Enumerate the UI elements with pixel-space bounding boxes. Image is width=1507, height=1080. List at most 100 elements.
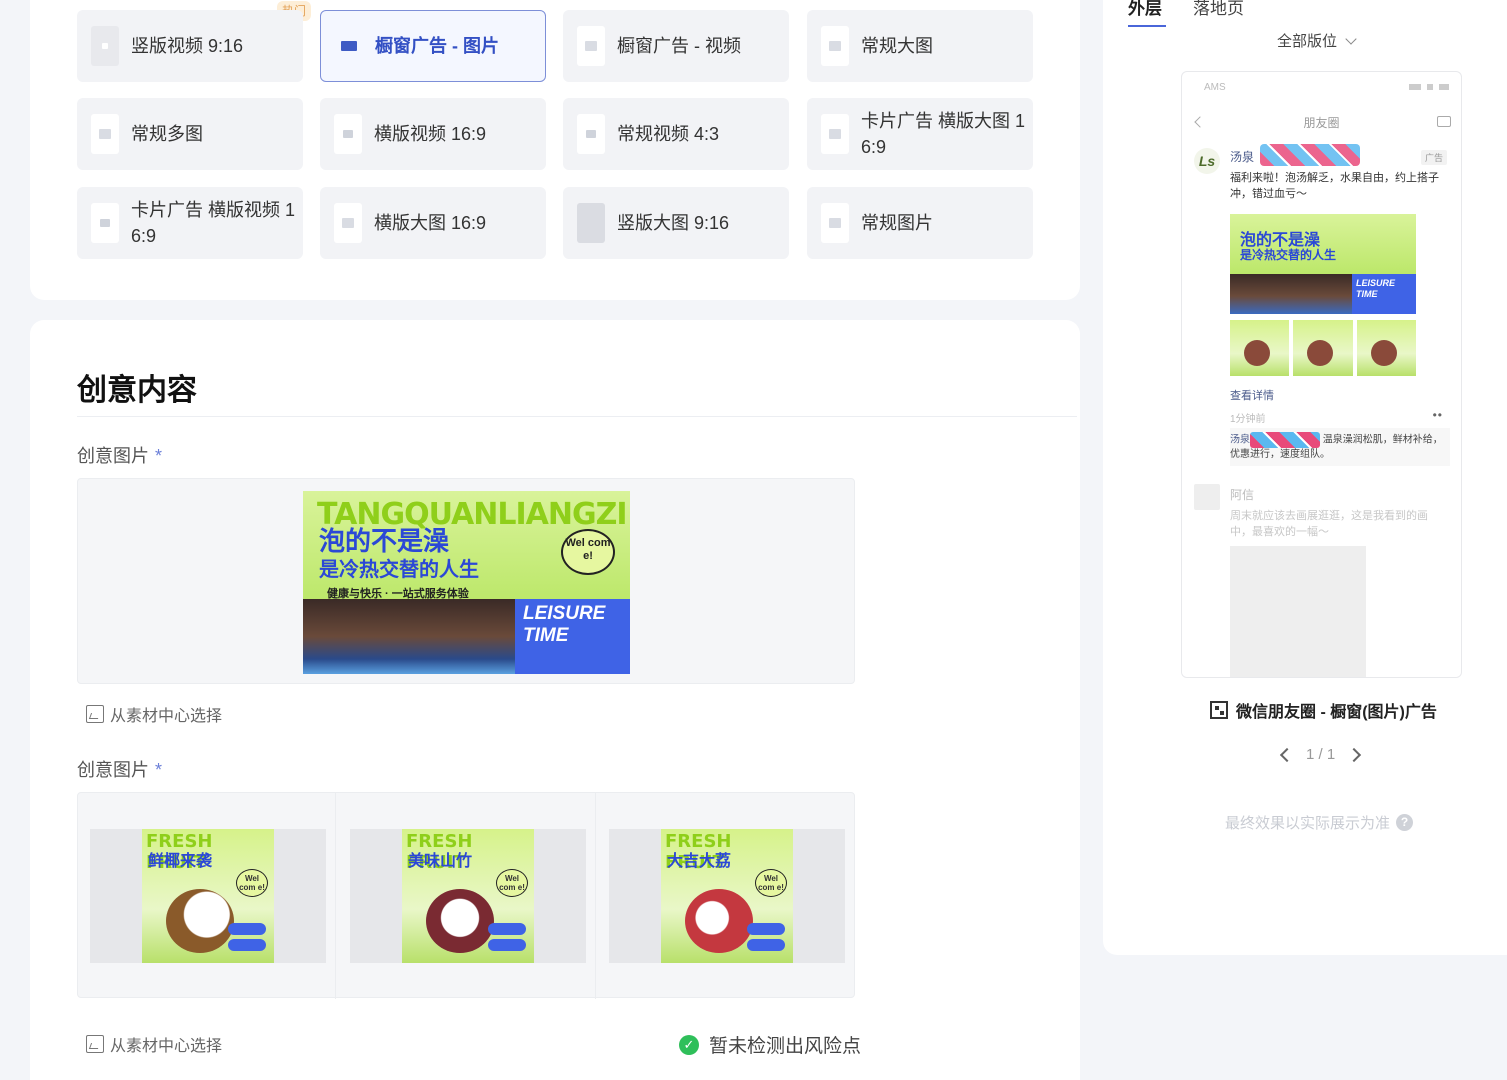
mini-fruit-1 — [1230, 320, 1290, 376]
mini-leisure: LEISURE TIME — [1352, 274, 1416, 314]
creative-image-upload-1[interactable]: TANGQUANLIANGZI 泡的不是澡 是冷热交替的人生 健康与快乐 · 一… — [77, 478, 855, 684]
horizontal-image-icon — [334, 203, 362, 243]
format-tile-regular-video[interactable]: 常规视频 4:3 — [563, 98, 789, 170]
fruit-image-slot-1[interactable]: FRESH FRUIT 鲜椰来袭 Wel com e! — [78, 793, 336, 999]
format-tile-label: 卡片广告 横版视频 1 6:9 — [131, 200, 296, 246]
format-tile-card-video[interactable]: 卡片广告 横版视频 1 6:9 — [77, 187, 303, 259]
format-tile-multi-image[interactable]: 常规多图 — [77, 98, 303, 170]
required-mark: * — [155, 446, 163, 466]
horizontal-video-icon — [334, 114, 362, 154]
format-tile-vertical-video[interactable]: 竖版视频 9:16 — [77, 10, 303, 82]
format-tile-label: 横版大图 16:9 — [374, 213, 487, 233]
fruit-title: 美味山竹 — [408, 853, 473, 870]
format-tile-label: 橱窗广告 - 视频 — [617, 36, 741, 56]
banner-creative-image[interactable]: TANGQUANLIANGZI 泡的不是澡 是冷热交替的人生 健康与快乐 · 一… — [303, 491, 630, 674]
coconut-illustration — [166, 889, 234, 953]
post-time: 1分钟前 — [1230, 414, 1266, 425]
format-tile-vertical-large-image[interactable]: 竖版大图 9:16 — [563, 187, 789, 259]
faded-next-post: 阿信 周末就应该去画展逛逛，这是我看到的画中，最喜欢的一幅～ — [1182, 472, 1461, 677]
preview-caption-text: 微信朋友圈 - 橱窗(图片)广告 — [1236, 704, 1437, 721]
format-tile-window-image[interactable]: 橱窗广告 - 图片 — [320, 10, 546, 82]
fruit-creative-coconut: FRESH FRUIT 鲜椰来袭 Wel com e! — [142, 829, 274, 963]
moments-nav-bar: 朋友圈 — [1182, 110, 1461, 138]
regular-video-icon — [577, 114, 605, 154]
active-tab-indicator — [1128, 25, 1166, 27]
format-tile-label: 常规多图 — [131, 124, 203, 144]
format-tile-label: 橱窗广告 - 图片 — [375, 36, 499, 56]
vertical-video-icon — [91, 26, 119, 66]
mini-fruit-2 — [1293, 320, 1353, 376]
format-tile-regular-image[interactable]: 常规图片 — [807, 187, 1033, 259]
creative-image-upload-2: FRESH FRUIT 鲜椰来袭 Wel com e! FRESH FRUIT … — [77, 792, 855, 999]
format-tile-card-large-image[interactable]: 卡片广告 横版大图 1 6:9 — [807, 98, 1033, 170]
format-tile-label: 常规大图 — [861, 36, 933, 56]
fruit-creative-lychee: FRESH FRUIT 大吉大荔 Wel com e! — [661, 829, 793, 963]
material-link-text: 从素材中心选择 — [110, 1038, 223, 1055]
window-video-icon — [577, 26, 605, 66]
welcome-badge: Wel com e! — [496, 869, 528, 897]
fruit-tag — [747, 923, 785, 935]
choose-from-material-center-1[interactable]: 从素材中心选择 — [86, 702, 222, 726]
format-tile-label: 竖版视频 9:16 — [131, 36, 244, 56]
creative-image-label-2: 创意图片 * — [77, 756, 162, 782]
pager-text: 1 / 1 — [1306, 746, 1336, 763]
fruit-tag — [228, 923, 266, 935]
card-video-icon — [91, 203, 119, 243]
mini-subheadline: 是冷热交替的人生 — [1240, 248, 1337, 262]
disclaimer-text: 最终效果以实际展示为准 — [1225, 815, 1391, 832]
banner-leisure-text: LEISURE TIME — [515, 599, 630, 674]
banner-hotspring-photo — [303, 599, 515, 674]
prev-arrow-icon[interactable] — [1279, 747, 1295, 762]
tab-landing-page[interactable]: 落地页 — [1193, 0, 1244, 19]
fruit-tag — [747, 939, 785, 951]
view-detail-link: 查看详情 — [1230, 390, 1274, 402]
fruit-image-slot-2[interactable]: FRESH FRUIT 美味山竹 Wel com e! — [338, 793, 596, 999]
tab-outer-layer[interactable]: 外层 — [1128, 0, 1162, 19]
format-tile-horizontal-video[interactable]: 横版视频 16:9 — [320, 98, 546, 170]
format-tile-horizontal-large-image[interactable]: 横版大图 16:9 — [320, 187, 546, 259]
check-circle-icon: ✓ — [679, 1034, 699, 1055]
post-fruit-images — [1230, 320, 1416, 376]
field-label-text: 创意图片 — [77, 446, 149, 466]
banner-welcome-badge: Wel com e! — [561, 529, 615, 575]
choose-from-material-center-2[interactable]: 从素材中心选择 — [86, 1032, 222, 1056]
large-image-icon — [821, 26, 849, 66]
image-library-icon — [86, 705, 104, 723]
material-link-text: 从素材中心选择 — [110, 708, 223, 725]
qr-code-icon[interactable] — [1210, 701, 1228, 719]
fruit-tag — [228, 939, 266, 951]
mini-photo — [1230, 274, 1352, 314]
mangosteen-illustration — [426, 889, 494, 953]
comment-author: 汤泉 — [1230, 434, 1250, 446]
fruit-tag — [488, 939, 526, 951]
placement-select[interactable]: 全部版位 — [1277, 30, 1357, 51]
section-divider — [77, 416, 1077, 417]
phone-preview: AMS 朋友圈 Ls 汤泉 广告 福利来啦！泡汤解乏，水果自由，约上搭子冲，错过… — [1181, 71, 1462, 678]
signal-battery-icon — [1409, 84, 1449, 90]
post-text: 福利来啦！泡汤解乏，水果自由，约上搭子冲，错过血亏～ — [1230, 172, 1439, 200]
status-bar-carrier: AMS — [1204, 82, 1226, 93]
post-author: 汤泉 — [1230, 150, 1255, 164]
faded-text: 周末就应该去画展逛逛，这是我看到的画中，最喜欢的一幅～ — [1230, 510, 1428, 538]
fruit-tag — [488, 923, 526, 935]
section-title: 创意内容 — [77, 374, 197, 407]
next-arrow-icon[interactable] — [1347, 747, 1362, 762]
required-mark: * — [155, 760, 163, 780]
welcome-badge: Wel com e! — [755, 869, 787, 897]
regular-image-icon — [821, 203, 849, 243]
format-tile-regular-large-image[interactable]: 常规大图 — [807, 10, 1033, 82]
welcome-badge: Wel com e! — [236, 869, 268, 897]
ad-badge: 广告 — [1420, 150, 1447, 165]
image-library-icon — [86, 1035, 104, 1053]
faded-avatar — [1194, 484, 1220, 510]
help-icon[interactable]: ? — [1396, 814, 1414, 831]
risk-status-text: 暂未检测出风险点 — [709, 1036, 862, 1057]
multi-image-icon — [91, 114, 119, 154]
fruit-image-slot-3[interactable]: FRESH FRUIT 大吉大荔 Wel com e! — [597, 793, 855, 999]
window-image-icon — [335, 26, 363, 66]
format-tile-window-video[interactable]: 橱窗广告 - 视频 — [563, 10, 789, 82]
brand-avatar: Ls — [1194, 148, 1220, 174]
faded-author: 阿信 — [1230, 488, 1255, 502]
risk-check-status: ✓ 暂未检测出风险点 — [679, 1031, 861, 1058]
field-label-text: 创意图片 — [77, 760, 149, 780]
